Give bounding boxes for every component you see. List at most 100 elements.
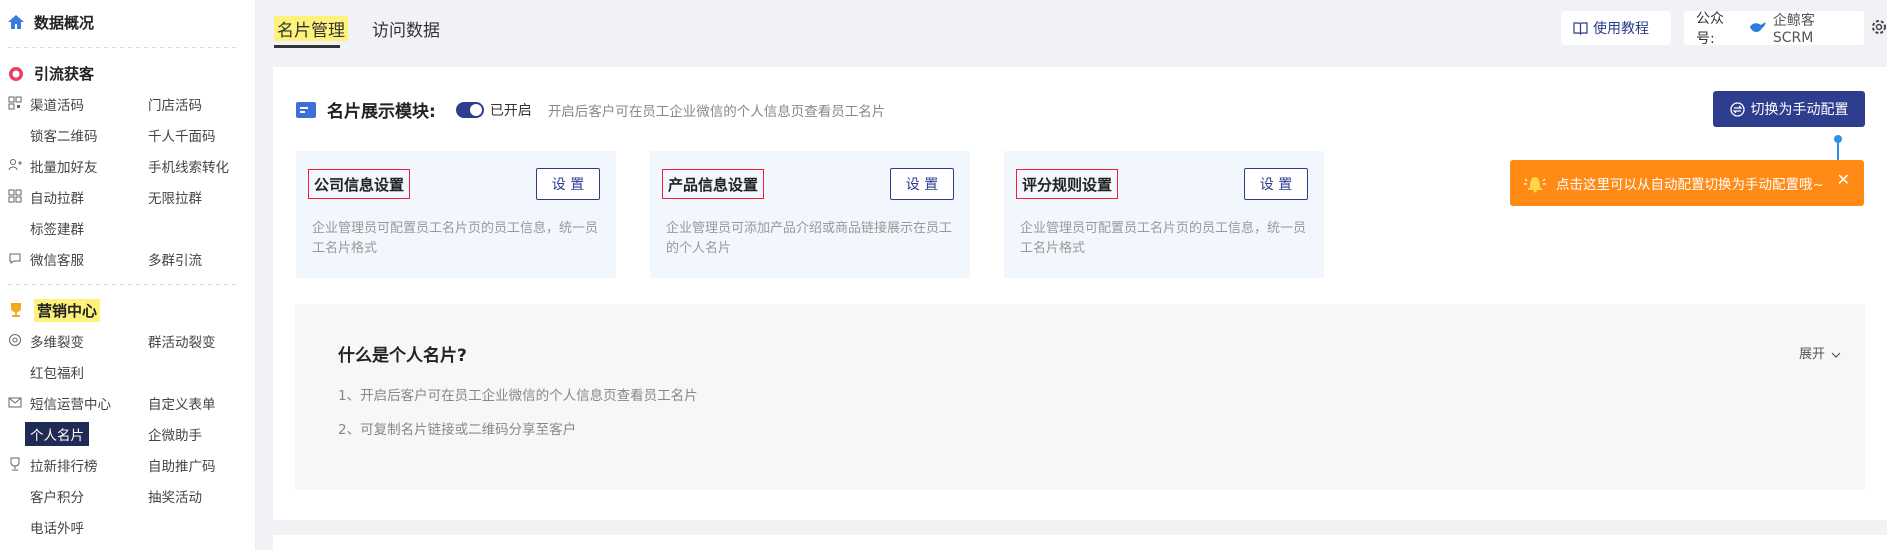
sidebar-item-label: 短信运营中心 [30, 396, 111, 413]
chat-icon [8, 251, 22, 265]
add-user-icon [8, 158, 22, 172]
sidebar-item-batch-add-friends[interactable]: 批量加好友 [0, 150, 148, 181]
sidebar-item-multi-group-flow[interactable]: 多群引流 [148, 243, 248, 274]
qrcode-icon [8, 96, 22, 110]
sidebar-item-wechat-service[interactable]: 微信客服 [0, 243, 148, 274]
config-card-company: 公司信息设置 设 置 企业管理员可配置员工名片页的员工信息，统一员工名片格式 [296, 151, 616, 278]
sidebar-item-phone-lead[interactable]: 手机线索转化 [148, 150, 248, 181]
topbar: 名片管理 访问数据 使用教程 公众号: 企鲸客SCRM [256, 0, 1887, 56]
sidebar-item-custom-form[interactable]: 自定义表单 [148, 387, 248, 418]
sidebar-item-personal-card[interactable]: 个人名片 [0, 418, 148, 449]
sidebar-item-points[interactable]: 客户积分 [0, 480, 148, 511]
book-icon [1573, 21, 1588, 35]
module-description: 开启后客户可在员工企业微信的个人信息页查看员工名片 [547, 103, 886, 120]
sidebar-item-label: 多群引流 [148, 252, 202, 269]
divider [8, 284, 237, 285]
sidebar-item-sms-center[interactable]: 短信运营中心 [0, 387, 148, 418]
config-card-title: 公司信息设置 [308, 169, 411, 199]
faq-line: 1、开启后客户可在员工企业微信的个人信息页查看员工名片 [338, 388, 698, 404]
sidebar-item-ranking[interactable]: 拉新排行榜 [0, 449, 148, 480]
trophy-icon [6, 300, 26, 320]
sidebar-item-label: 批量加好友 [30, 159, 98, 176]
sidebar-item-multi-fission[interactable]: 多维裂变 [0, 325, 148, 356]
expand-label: 展开 [1799, 347, 1826, 362]
sidebar-item-label: 门店活码 [148, 97, 202, 114]
sidebar-item-label: 手机线索转化 [148, 159, 229, 176]
sidebar-item-label: 标签建群 [30, 221, 84, 238]
medal-icon [6, 63, 26, 83]
card-module-icon [295, 101, 317, 119]
guide-tooltip: 点击这里可以从自动配置切换为手动配置哦~ ✕ [1510, 160, 1864, 206]
sidebar-item-auto-group[interactable]: 自动拉群 [0, 181, 148, 212]
sidebar-item-label: 多维裂变 [30, 334, 84, 351]
gear-icon[interactable] [1870, 18, 1887, 36]
close-icon[interactable]: ✕ [1837, 170, 1850, 189]
tab-visit-data[interactable]: 访问数据 [372, 16, 440, 41]
help-button[interactable]: 使用教程 [1561, 11, 1671, 45]
sidebar-item-personalized-code[interactable]: 千人千面码 [148, 119, 248, 150]
sidebar-item-label: 企微助手 [148, 427, 202, 444]
section-marketing-items: 多维裂变 群活动裂变 红包福利 短信运营中心 自定义表单 个人名片 企微助手 拉… [0, 325, 255, 542]
official-account-selector[interactable]: 公众号: 企鲸客SCRM [1684, 11, 1864, 47]
secondary-panel [273, 535, 1887, 550]
rating-settings-button[interactable]: 设 置 [1244, 168, 1308, 200]
expand-toggle[interactable]: 展开 [1799, 343, 1841, 362]
sidebar-item-label: 个人名片 [25, 421, 89, 446]
switch-manual-label: 切换为手动配置 [1750, 102, 1849, 118]
config-card-description: 企业管理员可添加产品介绍或商品链接展示在员工的个人名片 [666, 221, 953, 256]
sidebar-item-label: 渠道活码 [30, 97, 84, 114]
sidebar-overview-label: 数据概况 [34, 13, 95, 32]
official-account-label: 公众号: [1696, 11, 1724, 47]
module-header: 名片展示模块: 已开启 开启后客户可在员工企业微信的个人信息页查看员工名片 [295, 97, 885, 122]
product-settings-button[interactable]: 设 置 [890, 168, 954, 200]
config-card-description: 企业管理员可配置员工名片页的员工信息，统一员工名片格式 [1020, 221, 1307, 256]
switch-manual-button[interactable]: 切换为手动配置 [1713, 91, 1865, 127]
sidebar-item-phone-call[interactable]: 电话外呼 [0, 511, 148, 542]
section-acquisition-items: 渠道活码 门店活码 锁客二维码 千人千面码 批量加好友 手机线索转化 自动拉群 … [0, 88, 255, 274]
sidebar-item-lock-qrcode[interactable]: 锁客二维码 [0, 119, 148, 150]
config-card-title: 产品信息设置 [662, 169, 765, 199]
sidebar-item-store-code[interactable]: 门店活码 [148, 88, 248, 119]
tab-card-management[interactable]: 名片管理 [274, 16, 348, 41]
sidebar-item-label: 红包福利 [30, 365, 84, 382]
sidebar-item-label: 自定义表单 [148, 396, 216, 413]
sidebar-item-empty [148, 212, 248, 243]
sidebar-item-empty [148, 356, 248, 387]
tooltip-connector [1837, 138, 1839, 160]
sidebar-item-channel-code[interactable]: 渠道活码 [0, 88, 148, 119]
official-account-name: 企鲸客SCRM [1772, 13, 1815, 46]
sidebar-item-label: 抽奖活动 [148, 489, 202, 506]
sidebar-item-wecom-assistant[interactable]: 企微助手 [148, 418, 248, 449]
sidebar-item-label: 客户积分 [30, 489, 84, 506]
toggle-label: 已开启 [489, 102, 532, 119]
faq-panel: 什么是个人名片? 展开 1、开启后客户可在员工企业微信的个人信息页查看员工名片 … [295, 304, 1865, 490]
company-settings-button[interactable]: 设 置 [536, 168, 600, 200]
config-card-description: 企业管理员可配置员工名片页的员工信息，统一员工名片格式 [312, 221, 599, 256]
fission-icon [8, 333, 22, 347]
sidebar-item-label: 无限拉群 [148, 190, 202, 207]
sidebar: 数据概况 引流获客 渠道活码 门店活码 锁客二维码 千人千面码 批量加好友 手机… [0, 0, 256, 550]
sidebar-item-label: 自助推广码 [148, 458, 216, 475]
section-title-acquisition: 引流获客 [0, 58, 255, 88]
sidebar-item-tag-group[interactable]: 标签建群 [0, 212, 148, 243]
mail-icon [8, 395, 22, 409]
home-icon [6, 12, 26, 32]
sidebar-item-overview[interactable]: 数据概况 [0, 7, 255, 37]
sidebar-item-label: 电话外呼 [30, 520, 84, 537]
module-toggle[interactable] [455, 101, 484, 118]
help-label: 使用教程 [1593, 21, 1649, 37]
sidebar-item-lottery[interactable]: 抽奖活动 [148, 480, 248, 511]
section-title-label: 营销中心 [34, 298, 101, 322]
sidebar-item-red-packet[interactable]: 红包福利 [0, 356, 148, 387]
faq-line: 2、可复制名片链接或二维码分享至客户 [338, 422, 577, 438]
sidebar-item-promo-code[interactable]: 自助推广码 [148, 449, 248, 480]
sidebar-item-unlimited-group[interactable]: 无限拉群 [148, 181, 248, 212]
bell-icon [1522, 173, 1548, 193]
sidebar-item-label: 群活动裂变 [148, 334, 216, 351]
module-title: 名片展示模块: [327, 102, 436, 122]
faq-title: 什么是个人名片? [338, 346, 467, 366]
sidebar-item-label: 拉新排行榜 [30, 458, 98, 475]
section-title-marketing: 营销中心 [0, 295, 255, 325]
sidebar-item-group-fission[interactable]: 群活动裂变 [148, 325, 248, 356]
sidebar-item-label: 锁客二维码 [30, 128, 98, 145]
